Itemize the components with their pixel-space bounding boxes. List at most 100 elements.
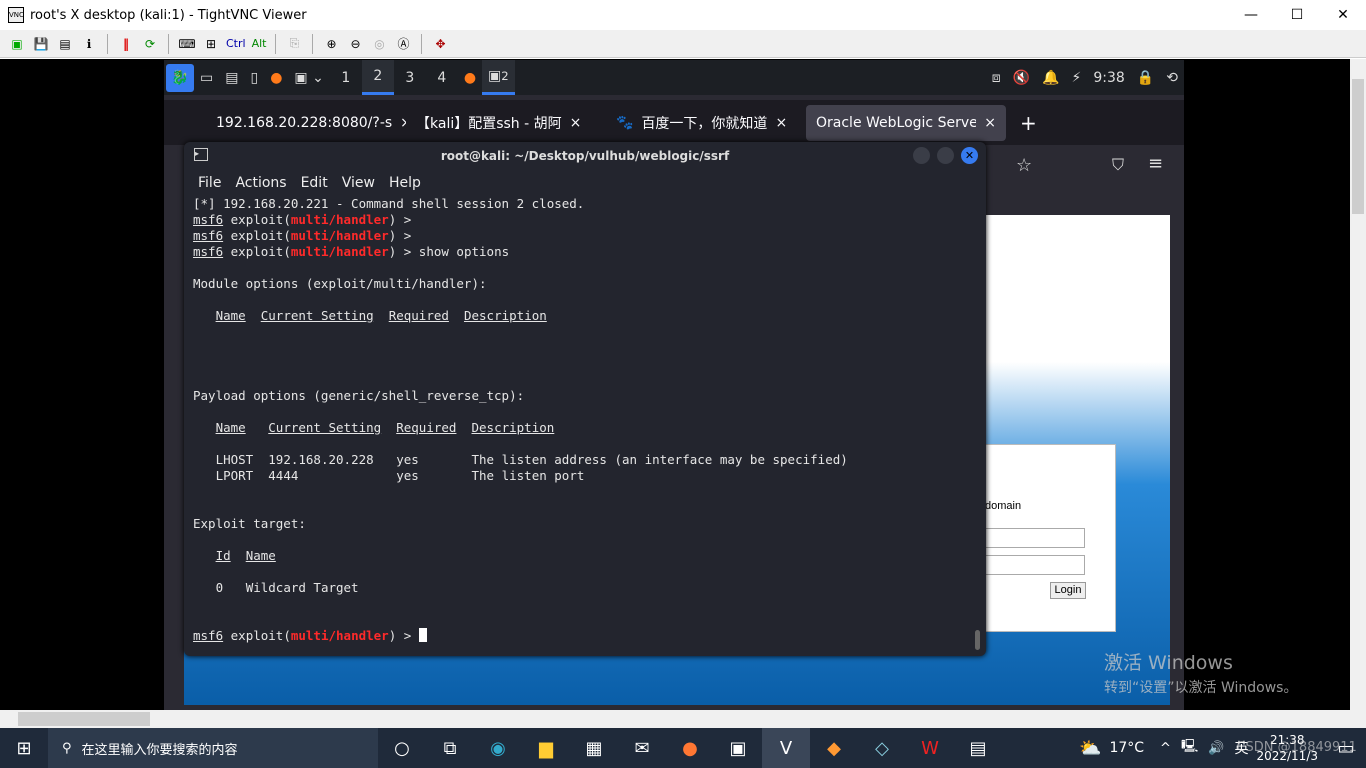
firefox-task-icon[interactable]: ● [458,60,482,95]
remote-desktop-icon[interactable]: ▤ [954,728,1002,768]
maximize-button[interactable]: ☐ [1274,0,1320,30]
scroll-thumb[interactable] [1352,79,1364,214]
tray-expand-icon[interactable]: ^ [1160,741,1171,756]
menu-help[interactable]: Help [389,175,421,191]
tab-1[interactable]: 192.168.20.228:8080/?-s× [206,105,406,141]
mute-icon[interactable]: 🔇 [1007,60,1036,95]
file-explorer-icon[interactable]: ▆ [522,728,570,768]
login-button[interactable]: Login [1050,582,1086,599]
ctrl-alt-del-icon[interactable]: ⌨ [178,35,196,53]
firefox-tab-bar: 192.168.20.228:8080/?-s× 【kali】配置ssh - 胡… [164,100,1184,145]
alt-key-button[interactable]: Alt [252,37,267,50]
weather-icon[interactable]: ⛅ [1079,738,1101,759]
tab-2[interactable]: 【kali】配置ssh - 胡阿 × [406,105,606,141]
horizontal-scrollbar[interactable] [0,710,1350,728]
network-icon[interactable]: ⧈ [986,60,1007,95]
tab-label: Oracle WebLogic Server A [816,114,977,131]
cortana-icon[interactable]: ○ [378,728,426,768]
show-desktop-icon[interactable]: ▭ [194,60,219,95]
terminal-window[interactable]: ▸ root@kali: ~/Desktop/vulhub/weblogic/s… [184,142,986,656]
wps-icon[interactable]: W [906,728,954,768]
payload-options-heading: Payload options (generic/shell_reverse_t… [193,388,525,403]
zoom-out-icon[interactable]: ⊖ [346,35,364,53]
file-manager-icon[interactable]: ▤ [219,60,244,95]
notification-icon[interactable]: 🔔 [1036,60,1065,95]
weather-temp[interactable]: 17°C [1109,740,1144,756]
clock[interactable]: 21:38 2022/11/3 CSDN @18849911 [1236,732,1356,764]
menu-icon[interactable]: ≡ [1148,153,1163,174]
terminal-icon[interactable]: ▣ ⌄ [288,60,329,95]
workspace-3[interactable]: 3 [394,60,426,95]
terminal-scrollbar[interactable] [975,630,980,650]
menu-view[interactable]: View [342,175,375,191]
scroll-thumb[interactable] [18,712,150,726]
current-prompt[interactable]: msf6 exploit(multi/handler) > [193,628,986,644]
start-button[interactable]: ⊞ [0,728,48,768]
terminal-icon[interactable]: ▣ [714,728,762,768]
terminal-minimize-button[interactable] [913,147,930,164]
clock[interactable]: 9:38 [1087,60,1130,95]
prompt-line: msf6 exploit(multi/handler) > [193,228,412,243]
ctrl-key-button[interactable]: Ctrl [226,37,246,50]
firefox-icon[interactable]: ● [264,60,288,95]
store-icon[interactable]: ▦ [570,728,618,768]
prompt-line: msf6 exploit(multi/handler) > show optio… [193,244,510,259]
minimize-button[interactable]: — [1228,0,1274,30]
terminal-task[interactable]: ▣ 2 [482,60,515,95]
menu-edit[interactable]: Edit [301,175,328,191]
pocket-icon[interactable]: ⛉ [1112,155,1124,175]
new-tab-button[interactable]: + [1020,111,1037,135]
workspace-1[interactable]: 1 [330,60,362,95]
kali-menu-icon[interactable]: 🐉 [166,63,194,92]
new-connection-icon[interactable]: ▣ [8,35,26,53]
logout-icon[interactable]: ⟲ [1160,60,1184,95]
windows-key-icon[interactable]: ⊞ [202,35,220,53]
pause-icon[interactable]: ‖ [117,35,135,53]
close-button[interactable]: ✕ [1320,0,1366,30]
save-icon[interactable]: 💾 [32,35,50,53]
app-icon[interactable]: ◇ [858,728,906,768]
menu-actions[interactable]: Actions [235,175,286,191]
info-icon[interactable]: ℹ [80,35,98,53]
zoom-100-icon[interactable]: ◎ [370,35,388,53]
text-editor-icon[interactable]: ▯ [244,60,264,95]
close-tab-icon[interactable]: × [984,115,996,131]
workspace-4[interactable]: 4 [426,60,458,95]
password-input[interactable] [981,555,1085,575]
power-manager-icon[interactable]: ⚡ [1066,60,1088,95]
vertical-scrollbar[interactable] [1350,59,1366,728]
username-input[interactable] [981,528,1085,548]
options-icon[interactable]: ▤ [56,35,74,53]
prompt-line: msf6 exploit(multi/handler) > [193,212,412,227]
text-cursor [418,628,427,642]
tab-3[interactable]: 🐾 百度一下，你就知道 × [606,105,806,141]
sublime-icon[interactable]: ◆ [810,728,858,768]
zoom-in-icon[interactable]: ⊕ [322,35,340,53]
close-tab-icon[interactable]: × [570,115,582,131]
firefox-icon[interactable]: ● [666,728,714,768]
terminal-maximize-button[interactable] [937,147,954,164]
mail-icon[interactable]: ✉ [618,728,666,768]
search-box[interactable]: ⚲ 在这里输入你要搜索的内容 [48,728,378,768]
exploit-target-heading: Exploit target: [193,516,306,531]
tab-4[interactable]: Oracle WebLogic Server A × [806,104,1006,141]
edge-icon[interactable]: ◉ [474,728,522,768]
refresh-icon[interactable]: ⟳ [141,35,159,53]
task-view-icon[interactable]: ⧉ [426,728,474,768]
network-icon[interactable]: 🖳 [1181,737,1198,759]
bookmark-star-icon[interactable]: ☆ [1016,155,1032,176]
fullscreen-icon[interactable]: ✥ [431,35,449,53]
module-options-header: Name Current Setting Required Descriptio… [215,308,547,323]
close-tab-icon[interactable]: × [775,115,787,131]
terminal-close-button[interactable]: ✕ [961,147,978,164]
zoom-auto-icon[interactable]: Ⓐ [394,35,412,53]
clipboard-icon[interactable]: ⎘ [285,35,303,53]
tightvnc-icon[interactable]: V [762,728,810,768]
lock-icon[interactable]: 🔒 [1131,60,1160,95]
workspace-2[interactable]: 2 [361,60,394,95]
tab-label: 【kali】配置ssh - 胡阿 [416,115,562,132]
menu-file[interactable]: File [198,175,221,191]
terminal-output[interactable]: [*] 192.168.20.221 - Command shell sessi… [184,196,986,644]
volume-icon[interactable]: 🔊 [1208,741,1224,756]
baidu-icon: 🐾 [616,114,634,131]
